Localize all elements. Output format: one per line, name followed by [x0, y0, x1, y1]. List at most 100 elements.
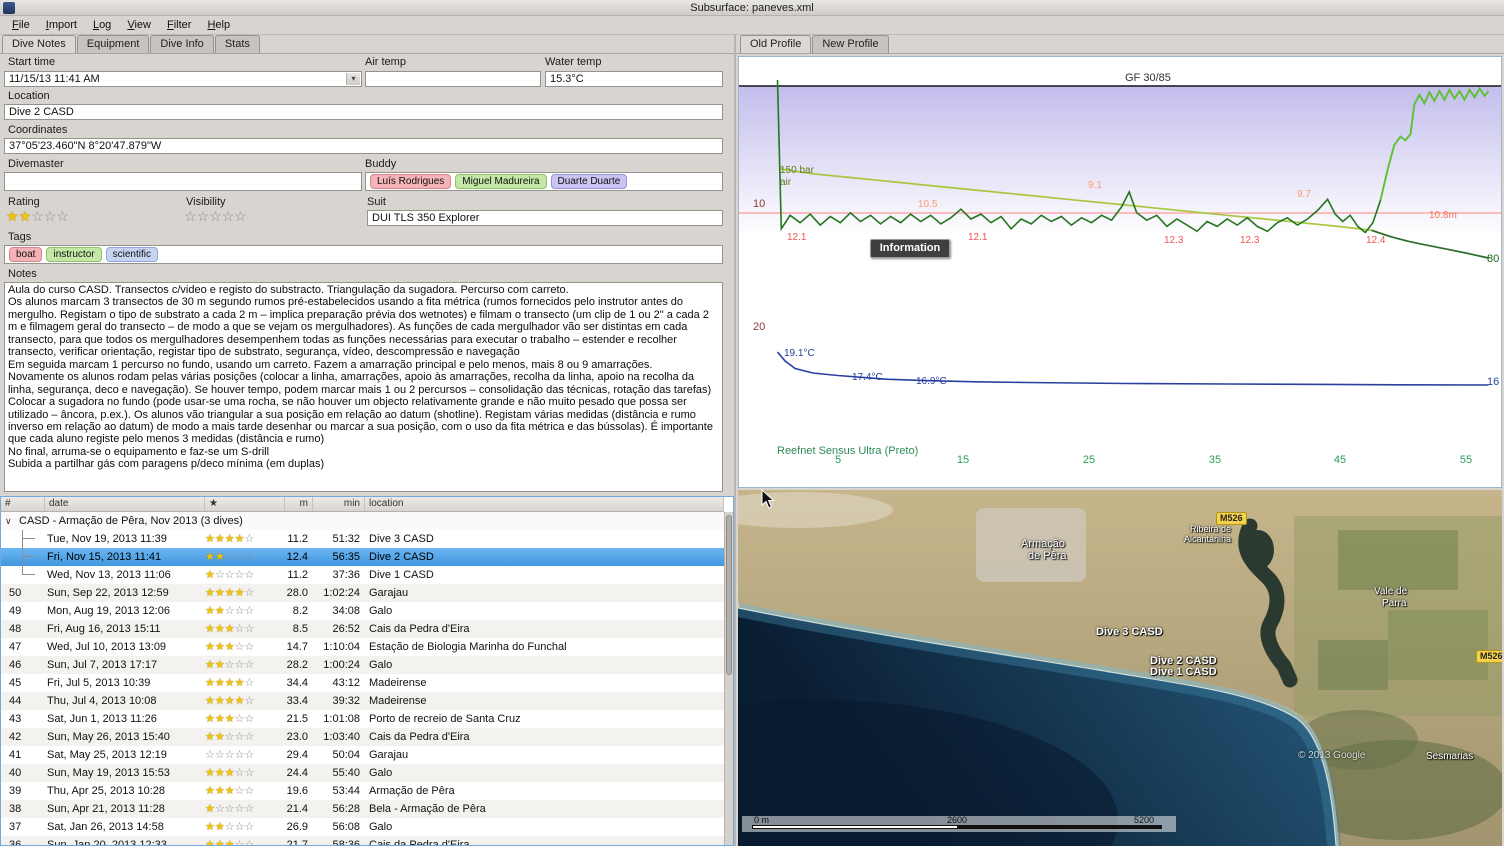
dive-depth: 28.2 [285, 656, 313, 674]
menu-import[interactable]: Import [38, 17, 85, 33]
dive-list-scrollbar[interactable] [724, 512, 733, 845]
window-titlebar[interactable]: Subsurface: paneves.xml [0, 0, 1504, 16]
buddy-field[interactable]: Luís Rodrigues Miguel Madureira Duarte Dua… [365, 172, 723, 191]
tab-dive-info[interactable]: Dive Info [150, 35, 213, 53]
menu-log[interactable]: Log [85, 17, 119, 33]
star-filled-icon: ★ [225, 533, 235, 545]
dive-row[interactable]: Fri, Nov 15, 2013 11:41★★☆☆☆12.456:35Div… [1, 548, 724, 566]
star-empty-icon: ☆ [215, 803, 225, 815]
dive-row[interactable]: 48Fri, Aug 16, 2013 15:11★★★☆☆8.526:52Ca… [1, 620, 724, 638]
start-time-select[interactable]: 11/15/13 11:41 AM ▾ [4, 71, 362, 87]
tab-dive-notes[interactable]: Dive Notes [2, 35, 76, 53]
star-filled-icon: ★ [205, 695, 215, 707]
profile-plot: 12.112.112.312.312.410.59.19.719.1°C17.4… [739, 57, 1501, 487]
dive-row[interactable]: 45Fri, Jul 5, 2013 10:39★★★★☆34.443:12Ma… [1, 674, 724, 692]
dive-location: Cais da Pedra d'Eira [365, 836, 724, 845]
dive-row[interactable]: 41Sat, May 25, 2013 12:19☆☆☆☆☆29.450:04G… [1, 746, 724, 764]
location-field[interactable] [4, 104, 723, 120]
visibility-stars[interactable]: ☆☆☆☆☆ [184, 209, 247, 224]
air-temp-field[interactable] [365, 71, 541, 87]
star-empty-icon: ☆ [225, 659, 235, 671]
buddy-chip[interactable]: Miguel Madureira [455, 174, 546, 189]
rating-stars[interactable]: ★★☆☆☆ [6, 209, 69, 224]
tab-stats[interactable]: Stats [215, 35, 260, 53]
star-filled-icon: ★ [205, 659, 215, 671]
column-header[interactable]: location [365, 497, 724, 511]
information-button[interactable]: Information [870, 239, 950, 258]
menu-view[interactable]: View [119, 17, 159, 33]
mouse-cursor [761, 489, 777, 511]
map-dive-site-label[interactable]: Dive 1 CASD [1150, 666, 1217, 678]
collapse-arrow-icon[interactable]: ∨ [5, 512, 12, 530]
tree-branch [22, 530, 42, 548]
dive-number: 50 [1, 584, 45, 602]
dive-rating: ☆☆☆☆☆ [205, 746, 285, 764]
tab-new-profile[interactable]: New Profile [812, 35, 888, 53]
temperature-line [778, 352, 1489, 385]
dive-row[interactable]: Tue, Nov 19, 2013 11:39★★★★☆11.251:32Div… [1, 530, 724, 548]
star-filled-icon: ★ [205, 641, 215, 653]
star-empty-icon: ☆ [225, 731, 235, 743]
water-temp-field[interactable] [545, 71, 723, 87]
dive-profile-chart[interactable]: 12.112.112.312.312.410.59.19.719.1°C17.4… [738, 56, 1502, 488]
dive-duration: 55:40 [313, 764, 365, 782]
tab-old-profile[interactable]: Old Profile [740, 35, 811, 53]
menu-file[interactable]: File [4, 17, 38, 33]
dive-row[interactable]: 43Sat, Jun 1, 2013 11:26★★★☆☆21.51:01:08… [1, 710, 724, 728]
dive-depth: 26.9 [285, 818, 313, 836]
menu-filter[interactable]: Filter [159, 17, 199, 33]
buddy-chip[interactable]: Luís Rodrigues [370, 174, 451, 189]
tags-field[interactable]: boat instructor scientific [4, 245, 723, 264]
dive-row[interactable]: 47Wed, Jul 10, 2013 13:09★★★☆☆14.71:10:0… [1, 638, 724, 656]
tag-chip[interactable]: instructor [46, 247, 101, 262]
star-empty-icon: ☆ [225, 569, 235, 581]
dive-trip-header[interactable]: ∨CASD - Armação de Pêra, Nov 2013 (3 div… [1, 512, 724, 530]
star-filled-icon: ★ [215, 785, 225, 797]
dive-row[interactable]: 36Sun, Jan 20, 2013 12:33★★★☆☆21.758:36C… [1, 836, 724, 845]
dive-row[interactable]: 44Thu, Jul 4, 2013 10:08★★★★☆33.439:32Ma… [1, 692, 724, 710]
tab-equipment[interactable]: Equipment [77, 35, 150, 53]
dive-row[interactable]: 49Mon, Aug 19, 2013 12:06★★☆☆☆8.234:08Ga… [1, 602, 724, 620]
star-empty-icon: ☆ [245, 821, 255, 833]
dive-number: 36 [1, 836, 45, 845]
tag-chip[interactable]: boat [9, 247, 42, 262]
scalebar-zero: 0 m [754, 815, 769, 825]
dive-row[interactable]: 38Sun, Apr 21, 2013 11:28★☆☆☆☆21.456:28B… [1, 800, 724, 818]
dive-row[interactable]: 50Sun, Sep 22, 2013 12:59★★★★☆28.01:02:2… [1, 584, 724, 602]
dive-date: Thu, Jul 4, 2013 10:08 [45, 692, 205, 710]
divemaster-field[interactable] [4, 172, 362, 191]
star-empty-icon: ☆ [245, 713, 255, 725]
dive-row[interactable]: 40Sun, May 19, 2013 15:53★★★☆☆24.455:40G… [1, 764, 724, 782]
notes-field[interactable]: Aula do curso CASD. Transectos c/video e… [4, 282, 723, 492]
map-dive-site-label[interactable]: Dive 3 CASD [1096, 626, 1163, 638]
dive-computer-label: Reefnet Sensus Ultra (Preto) [777, 445, 918, 457]
map[interactable]: Armaçãode PêraRibeira deAlcantarilhaVale… [738, 490, 1502, 846]
star-filled-icon: ★ [205, 731, 215, 743]
dive-depth: 19.6 [285, 782, 313, 800]
column-header[interactable]: ★ [205, 497, 285, 511]
column-header[interactable]: date [45, 497, 205, 511]
buddy-chip[interactable]: Duarte Duarte [551, 174, 628, 189]
menu-help[interactable]: Help [199, 17, 238, 33]
dive-list-header[interactable]: #date★mminlocation [1, 497, 724, 512]
column-header[interactable]: m [285, 497, 313, 511]
time-axis-tick: 55 [1460, 454, 1472, 466]
suit-field[interactable] [367, 210, 723, 226]
map-place-label: Armação [1021, 538, 1065, 550]
dive-row[interactable]: Wed, Nov 13, 2013 11:06★☆☆☆☆11.237:36Div… [1, 566, 724, 584]
dive-row[interactable]: 37Sat, Jan 26, 2013 14:58★★☆☆☆26.956:08G… [1, 818, 724, 836]
star-filled-icon: ★ [225, 695, 235, 707]
dive-row[interactable]: 46Sun, Jul 7, 2013 17:17★★☆☆☆28.21:00:24… [1, 656, 724, 674]
star-empty-icon: ☆ [235, 767, 245, 779]
column-header[interactable]: min [313, 497, 365, 511]
dive-duration: 56:28 [313, 800, 365, 818]
chart-annotation: 12.3 [1240, 235, 1260, 246]
dive-depth: 24.4 [285, 764, 313, 782]
column-header[interactable]: # [1, 497, 45, 511]
coordinates-field[interactable] [4, 138, 723, 154]
dive-row[interactable]: 42Sun, May 26, 2013 15:40★★☆☆☆23.01:03:4… [1, 728, 724, 746]
tag-chip[interactable]: scientific [106, 247, 158, 262]
star-empty-icon: ☆ [205, 749, 215, 761]
scrollbar-thumb[interactable] [726, 515, 732, 675]
dive-row[interactable]: 39Thu, Apr 25, 2013 10:28★★★☆☆19.653:44A… [1, 782, 724, 800]
